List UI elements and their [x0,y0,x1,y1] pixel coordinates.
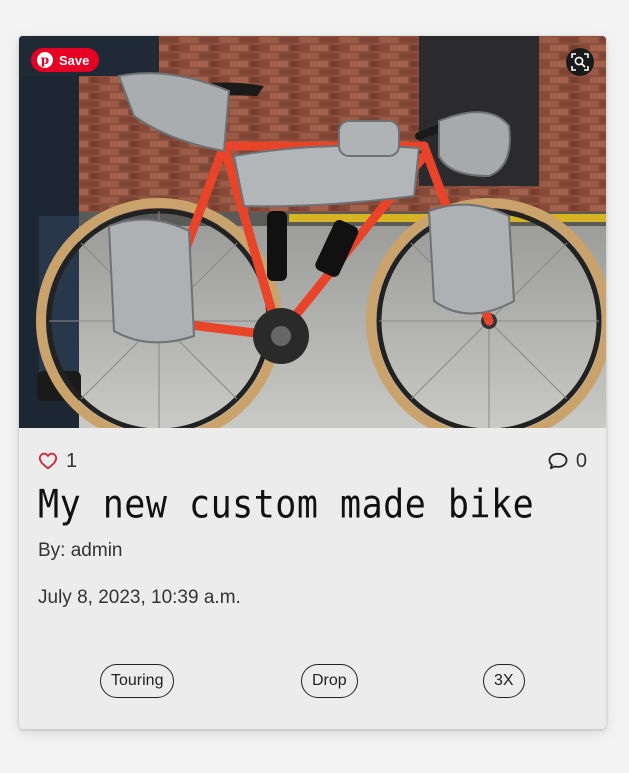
post-meta-row: 1 0 [38,448,587,474]
tag-3x[interactable]: 3X [483,664,525,698]
comment-button[interactable]: 0 [548,450,587,473]
zoom-search-icon [571,53,589,71]
pinterest-save-button[interactable]: p Save [31,48,100,72]
like-count: 1 [66,449,78,472]
comment-count: 0 [575,449,587,472]
post-card: p Save 1 0 My new custom made bike By: a… [19,36,606,729]
pinterest-icon: p [37,52,53,68]
bike-photo [19,36,606,428]
speech-bubble-icon [548,452,568,470]
post-title[interactable]: My new custom made bike [38,483,534,528]
post-image[interactable]: p Save [19,36,606,428]
author-name[interactable]: admin [71,540,123,561]
heart-outline-icon [38,452,58,470]
pinterest-save-label: Save [59,52,90,68]
like-button[interactable]: 1 [38,450,77,473]
zoom-button[interactable] [566,48,594,76]
post-author: By: admin [38,540,122,562]
author-prefix: By: [38,540,71,561]
tag-touring[interactable]: Touring [100,664,175,698]
post-date: July 8, 2023, 10:39 a.m. [38,587,241,608]
tag-drop[interactable]: Drop [301,664,358,698]
